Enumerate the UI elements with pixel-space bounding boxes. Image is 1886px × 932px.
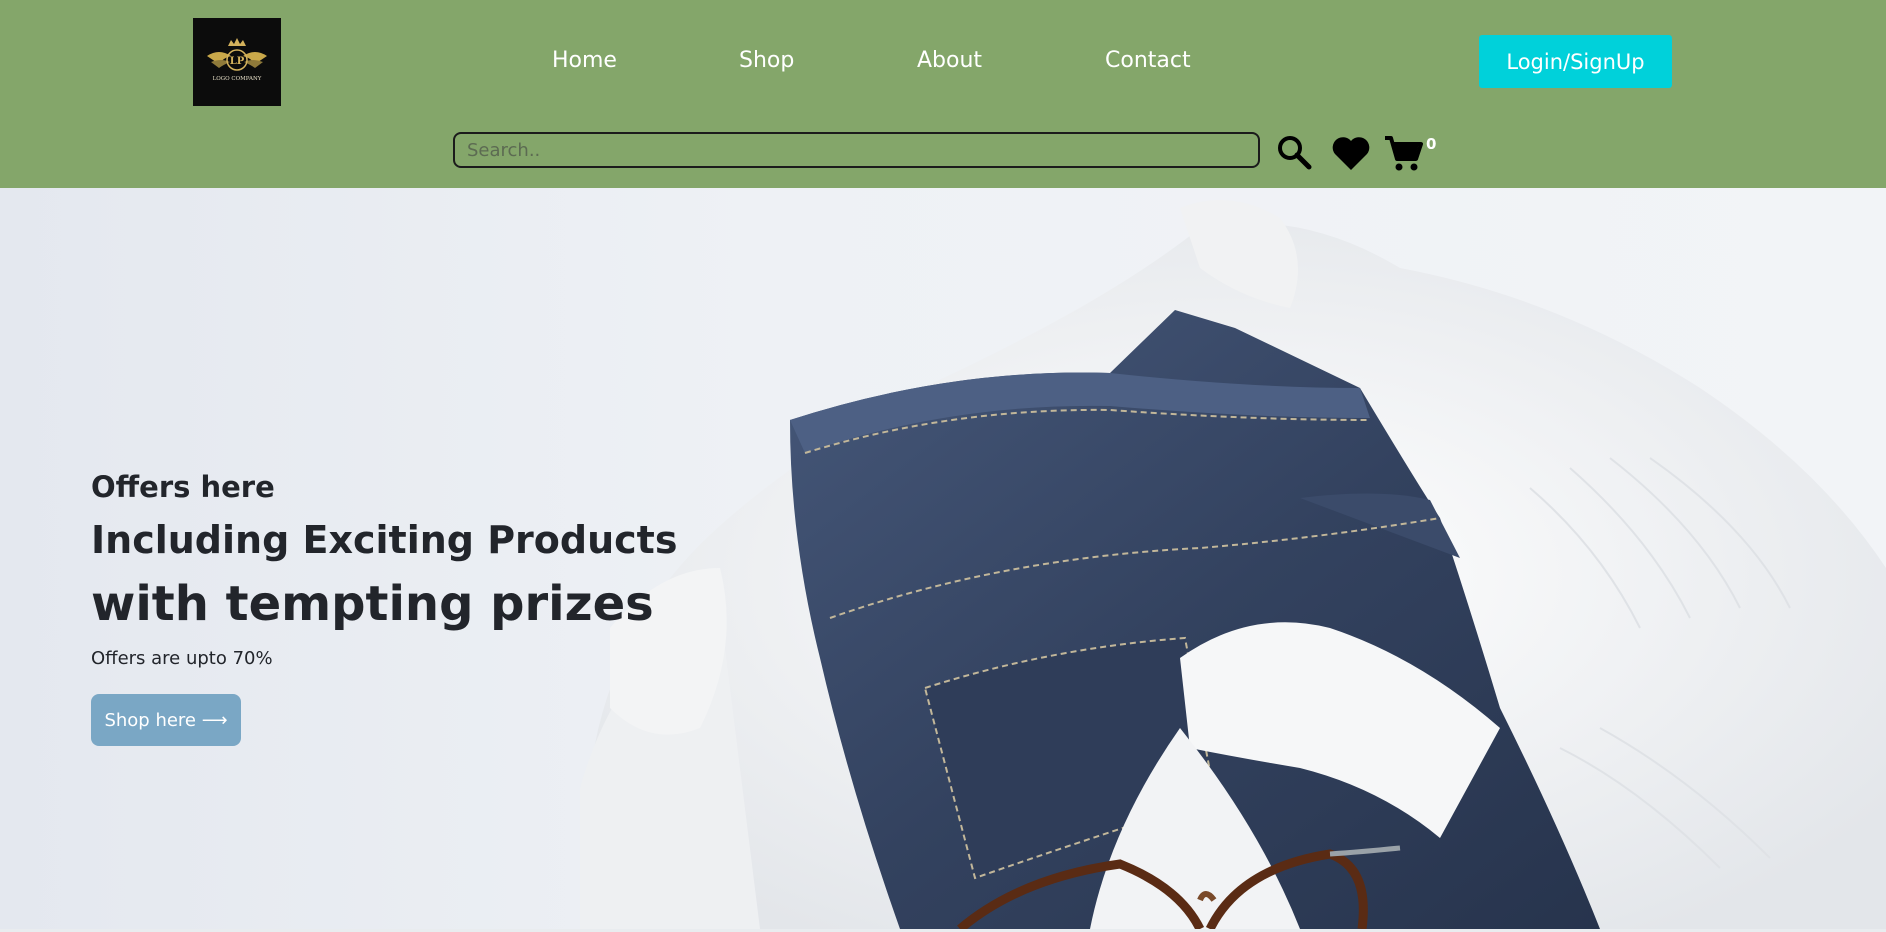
shop-here-button[interactable]: Shop here ⟶ [91,694,241,746]
heart-icon[interactable] [1331,134,1371,176]
cart-icon[interactable] [1383,133,1423,177]
company-logo[interactable]: LP LOGO COMPANY [193,18,281,106]
nav-home[interactable]: Home [552,48,617,73]
search-input[interactable] [453,132,1260,168]
offers-label: Offers here [91,470,275,504]
svg-text:LOGO COMPANY: LOGO COMPANY [213,76,262,82]
hero-banner: Offers here Including Exciting Products … [0,188,1886,929]
search-icon[interactable] [1276,134,1312,174]
nav-contact[interactable]: Contact [1105,48,1191,73]
nav-about[interactable]: About [917,48,982,73]
offer-percentage-note: Offers are upto 70% [91,648,273,669]
logo-emblem: LP LOGO COMPANY [207,38,267,82]
site-header: LP LOGO COMPANY Home Shop About Contact … [0,0,1886,188]
nav-shop[interactable]: Shop [739,48,794,73]
login-signup-button[interactable]: Login/SignUp [1479,35,1672,88]
cart-count-badge: 0 [1426,135,1437,153]
svg-text:LP: LP [230,56,245,67]
hero-headline-primary: Including Exciting Products [91,518,678,562]
hero-headline-secondary: with tempting prizes [91,576,654,632]
